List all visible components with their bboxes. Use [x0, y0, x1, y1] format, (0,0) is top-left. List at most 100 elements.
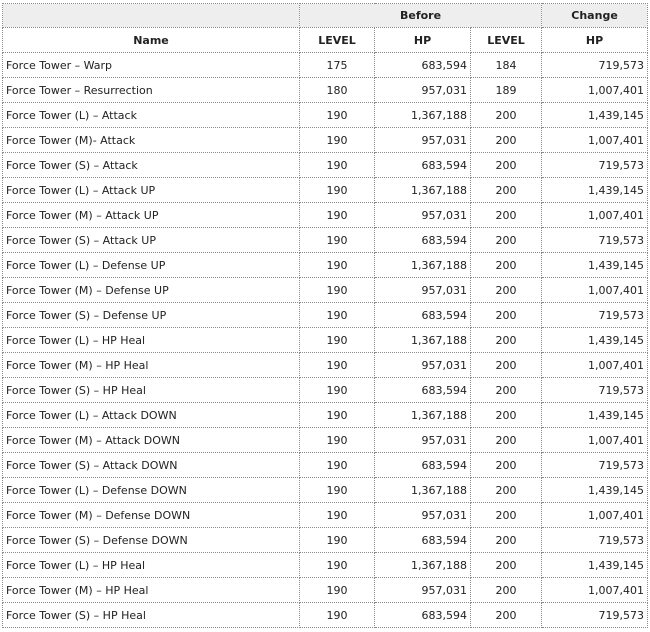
level-change-cell: 200: [469, 452, 543, 478]
hp-change-cell: 1,439,145: [541, 102, 649, 128]
hp-before-cell: 683,594: [374, 602, 471, 628]
header-level-change: LEVEL: [469, 27, 543, 53]
name-cell: Force Tower (L) – Attack DOWN: [2, 402, 300, 428]
force-tower-stats-table: Before Change Name LEVEL HP LEVEL HP For…: [2, 3, 649, 628]
hp-before-cell: 957,031: [374, 277, 471, 303]
level-before-cell: 190: [299, 252, 375, 278]
level-change-cell: 200: [469, 227, 543, 253]
hp-change-cell: 1,439,145: [541, 327, 649, 353]
table-row: Force Tower – Resurrection 180 957,031 189 1…: [2, 77, 649, 103]
level-change-cell: 200: [469, 152, 543, 178]
level-change-cell: 184: [469, 52, 543, 78]
level-before-cell: 190: [299, 102, 375, 128]
level-change-cell: 200: [469, 202, 543, 228]
hp-change-cell: 1,007,401: [541, 502, 649, 528]
hp-change-cell: 1,007,401: [541, 127, 649, 153]
header-hp-change: HP: [541, 27, 649, 53]
level-change-cell: 200: [469, 277, 543, 303]
name-cell: Force Tower (M) – Defense DOWN: [2, 502, 300, 528]
hp-before-cell: 957,031: [374, 427, 471, 453]
table-row: Force Tower (M) – Attack UP 190 957,031 200…: [2, 202, 649, 228]
hp-change-cell: 719,573: [541, 527, 649, 553]
level-before-cell: 190: [299, 477, 375, 503]
name-cell: Force Tower (S) – Defense UP: [2, 302, 300, 328]
level-before-cell: 190: [299, 602, 375, 628]
hp-change-cell: 1,007,401: [541, 352, 649, 378]
name-cell: Force Tower – Resurrection: [2, 77, 300, 103]
hp-before-cell: 683,594: [374, 377, 471, 403]
hp-change-cell: 1,007,401: [541, 427, 649, 453]
level-before-cell: 190: [299, 302, 375, 328]
level-change-cell: 200: [469, 327, 543, 353]
level-before-cell: 190: [299, 152, 375, 178]
hp-change-cell: 1,007,401: [541, 577, 649, 603]
level-before-cell: 180: [299, 77, 375, 103]
header-name: Name: [2, 27, 300, 53]
hp-change-cell: 719,573: [541, 377, 649, 403]
name-cell: Force Tower (S) – Defense DOWN: [2, 527, 300, 553]
name-cell: Force Tower (S) – Attack DOWN: [2, 452, 300, 478]
table-row: Force Tower (M) – HP Heal 190 957,031 200 1,…: [2, 352, 649, 378]
level-change-cell: 200: [469, 552, 543, 578]
header-level-before: LEVEL: [299, 27, 375, 53]
table-row: Force Tower (S) – Defense DOWN 190 683,594…: [2, 527, 649, 553]
level-change-cell: 189: [469, 77, 543, 103]
table-row: Force Tower (L) – Attack UP 190 1,367,188 2…: [2, 177, 649, 203]
level-before-cell: 190: [299, 552, 375, 578]
level-change-cell: 200: [469, 177, 543, 203]
table-row: Force Tower (M) – HP Heal 190 957,031 200 1,…: [2, 577, 649, 603]
level-before-cell: 190: [299, 427, 375, 453]
name-cell: Force Tower (S) – Attack: [2, 152, 300, 178]
name-cell: Force Tower (L) – HP Heal: [2, 327, 300, 353]
table-row: Force Tower (S) – HP Heal 190 683,594 200 71…: [2, 377, 649, 403]
table-row: Force Tower (M) – Defense UP 190 957,031 20…: [2, 277, 649, 303]
table-row: Force Tower (S) – Attack UP 190 683,594 200…: [2, 227, 649, 253]
table-row: Force Tower (L) – HP Heal 190 1,367,188 200…: [2, 552, 649, 578]
hp-change-cell: 719,573: [541, 52, 649, 78]
level-before-cell: 190: [299, 227, 375, 253]
name-cell: Force Tower (M)- Attack: [2, 127, 300, 153]
hp-change-cell: 1,007,401: [541, 202, 649, 228]
table-row: Force Tower (M) – Attack DOWN 190 957,031 2…: [2, 427, 649, 453]
table-row: Force Tower (L) – HP Heal 190 1,367,188 200…: [2, 327, 649, 353]
level-before-cell: 190: [299, 127, 375, 153]
hp-before-cell: 1,367,188: [374, 252, 471, 278]
hp-before-cell: 683,594: [374, 302, 471, 328]
hp-before-cell: 957,031: [374, 352, 471, 378]
hp-change-cell: 719,573: [541, 227, 649, 253]
level-change-cell: 200: [469, 427, 543, 453]
name-cell: Force Tower (L) – Attack UP: [2, 177, 300, 203]
name-cell: Force Tower (L) – Defense UP: [2, 252, 300, 278]
hp-before-cell: 957,031: [374, 77, 471, 103]
name-cell: Force Tower (S) – HP Heal: [2, 602, 300, 628]
level-change-cell: 200: [469, 352, 543, 378]
level-change-cell: 200: [469, 502, 543, 528]
hp-before-cell: 1,367,188: [374, 402, 471, 428]
table-row: Force Tower (S) – Defense UP 190 683,594 20…: [2, 302, 649, 328]
hp-before-cell: 683,594: [374, 227, 471, 253]
level-change-cell: 200: [469, 527, 543, 553]
header-group-before: Before: [298, 3, 543, 28]
hp-before-cell: 683,594: [374, 52, 471, 78]
level-before-cell: 190: [299, 527, 375, 553]
hp-before-cell: 683,594: [374, 452, 471, 478]
table-row: Force Tower (L) – Defense DOWN 190 1,367,1…: [2, 477, 649, 503]
hp-change-cell: 1,439,145: [541, 552, 649, 578]
table-row: Force Tower – Warp 175 683,594 184 719,573: [2, 52, 649, 78]
level-before-cell: 190: [299, 502, 375, 528]
level-before-cell: 190: [299, 177, 375, 203]
hp-change-cell: 1,439,145: [541, 177, 649, 203]
name-cell: Force Tower (L) – HP Heal: [2, 552, 300, 578]
hp-change-cell: 719,573: [541, 602, 649, 628]
name-cell: Force Tower (M) – HP Heal: [2, 352, 300, 378]
hp-change-cell: 719,573: [541, 152, 649, 178]
level-change-cell: 200: [469, 302, 543, 328]
header-group-blank-cell: [2, 3, 300, 28]
level-change-cell: 200: [469, 377, 543, 403]
header-column-row: Name LEVEL HP LEVEL HP: [2, 27, 649, 53]
hp-before-cell: 957,031: [374, 127, 471, 153]
level-before-cell: 190: [299, 327, 375, 353]
level-change-cell: 200: [469, 577, 543, 603]
name-cell: Force Tower (M) – Defense UP: [2, 277, 300, 303]
hp-before-cell: 1,367,188: [374, 327, 471, 353]
